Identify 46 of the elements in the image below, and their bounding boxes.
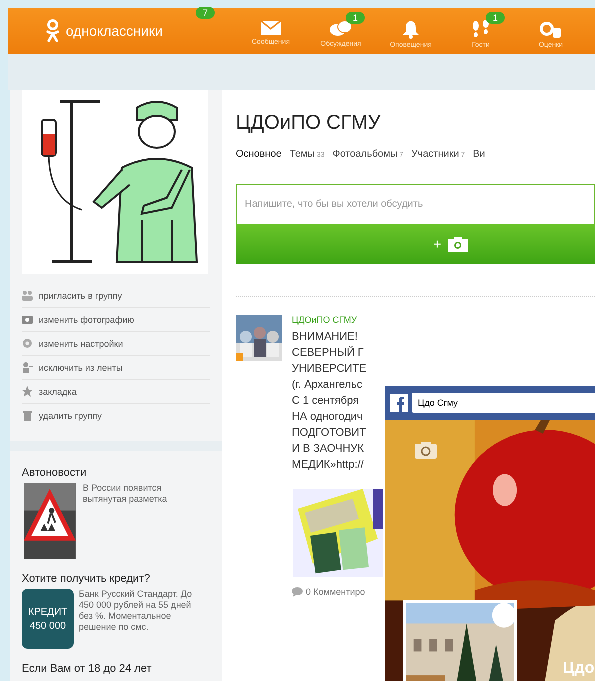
settings-icon <box>22 338 33 349</box>
post-text-line: (г. Архангельс <box>292 378 364 393</box>
topic-input[interactable]: Напишите, что бы вы хотели обсудить <box>236 184 595 224</box>
facebook-logo-icon <box>390 394 408 412</box>
star-icon <box>22 386 33 397</box>
footprints-icon <box>471 20 491 38</box>
envelope-icon <box>260 20 282 36</box>
action-link[interactable]: исключить из ленты <box>22 356 210 380</box>
notification-badge: 1 <box>346 12 366 24</box>
comments-link[interactable]: 0 Комментиро <box>292 587 384 597</box>
tab[interactable]: Основное <box>236 149 282 160</box>
ad-title[interactable]: Хотите получить кредит? <box>22 573 210 585</box>
speech-bubble-icon <box>292 587 303 597</box>
person-minus-icon <box>22 362 33 373</box>
ad-title[interactable]: Если Вам от 18 до 24 лет <box>22 663 210 675</box>
banner-text: КРЕДИТ <box>28 606 68 618</box>
camera-icon <box>22 314 33 325</box>
search-field[interactable]: Цдо Сгму <box>412 393 595 413</box>
coin-hand-icon <box>539 20 563 38</box>
post-text-line: ВНИМАНИЕ! <box>292 330 359 345</box>
ad-title[interactable]: Автоновости <box>22 467 210 479</box>
action-link[interactable]: изменить настройки <box>22 332 210 356</box>
people-icon <box>22 290 33 301</box>
logo-icon <box>46 19 60 43</box>
notification-badge: 1 <box>486 12 506 24</box>
post-text-line: И В ЗАОЧНУК <box>292 442 366 457</box>
camera-icon <box>448 236 468 252</box>
tab[interactable]: Ви <box>473 149 486 160</box>
bell-icon <box>402 20 420 38</box>
ad-text[interactable]: Банк Русский Стандарт. До 450 000 рублей на 55 дней без %. Моментальное решение по смс. <box>79 589 201 649</box>
action-link[interactable]: закладка <box>22 380 210 404</box>
group-title: ЦДОиПО СГМУ <box>236 112 382 135</box>
banner-text: 450 000 <box>30 620 66 632</box>
post-text-line: НА одногодич <box>292 410 364 425</box>
action-link[interactable]: пригласить в группу <box>22 284 210 308</box>
notification-badge: 7 <box>196 7 216 19</box>
action-link[interactable]: удалить группу <box>22 404 210 427</box>
chat-bubbles-icon <box>329 20 353 38</box>
action-link[interactable]: изменить фотографию <box>22 308 210 332</box>
post-text-line: ПОДГОТОВИТ <box>292 426 368 441</box>
post-text-line: СЕВЕРНЫЙ Г <box>292 345 365 361</box>
ad-text[interactable]: В России появится вытянутая разметка <box>83 483 205 559</box>
post-text-line: С 1 сентября <box>292 394 360 409</box>
trash-icon <box>22 410 33 421</box>
post-text-line: УНИВЕРСИТЕ <box>292 362 368 377</box>
post-text-line: МЕДИК»http:// <box>292 458 365 473</box>
